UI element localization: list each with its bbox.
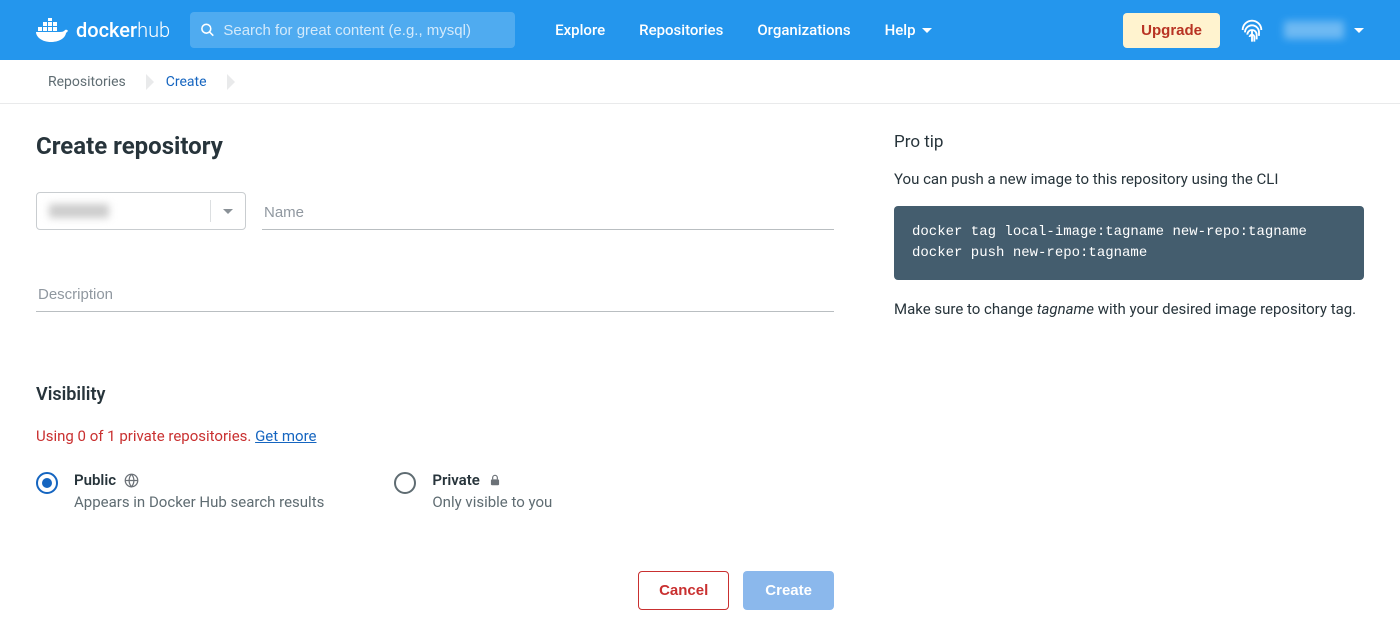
breadcrumb-separator: [146, 74, 154, 90]
cancel-button[interactable]: Cancel: [638, 571, 729, 610]
logo[interactable]: dockerhub: [36, 18, 170, 42]
protip-heading: Pro tip: [894, 132, 1364, 152]
nav-organizations[interactable]: Organizations: [757, 21, 850, 39]
form-column: Create repository Visibility Using 0 of …: [36, 132, 834, 610]
breadcrumb-create[interactable]: Create: [154, 74, 227, 90]
breadcrumb: Repositories Create: [0, 60, 1400, 104]
breadcrumb-repositories[interactable]: Repositories: [36, 74, 146, 90]
upgrade-button[interactable]: Upgrade: [1123, 13, 1220, 48]
name-row: [36, 192, 834, 230]
nav-repositories[interactable]: Repositories: [639, 21, 723, 39]
search-input[interactable]: [215, 22, 505, 39]
user-menu[interactable]: [1284, 21, 1364, 39]
nav-explore[interactable]: Explore: [555, 21, 605, 39]
form-actions: Cancel Create: [36, 571, 834, 610]
visibility-public[interactable]: Public Appears in Docker Hub search resu…: [36, 471, 324, 511]
usage-line: Using 0 of 1 private repositories. Get m…: [36, 427, 834, 445]
visibility-options: Public Appears in Docker Hub search resu…: [36, 471, 834, 511]
page-title: Create repository: [36, 132, 834, 160]
search-icon: [200, 22, 215, 38]
chevron-down-icon: [922, 28, 932, 33]
create-button[interactable]: Create: [743, 571, 834, 610]
logo-text: dockerhub: [76, 18, 170, 42]
public-label: Public: [74, 471, 116, 489]
code-snippet[interactable]: docker tag local-image:tagname new-repo:…: [894, 206, 1364, 280]
globe-icon: [124, 473, 139, 488]
divider: [210, 200, 211, 222]
get-more-link[interactable]: Get more: [255, 427, 316, 445]
radio-checked[interactable]: [36, 472, 58, 494]
chevron-down-icon: [1354, 28, 1364, 33]
description-input[interactable]: [36, 278, 834, 312]
protip-text: You can push a new image to this reposit…: [894, 170, 1364, 188]
namespace-value: [49, 204, 109, 218]
docker-whale-icon: [36, 18, 68, 42]
username-label: [1284, 21, 1344, 39]
nav-help-label: Help: [885, 21, 916, 39]
repo-name-input[interactable]: [262, 196, 834, 230]
private-label: Private: [432, 471, 480, 489]
breadcrumb-separator: [227, 74, 235, 90]
primary-nav: Explore Repositories Organizations Help: [555, 21, 1123, 39]
chevron-down-icon: [223, 209, 233, 214]
tips-column: Pro tip You can push a new image to this…: [894, 132, 1364, 610]
visibility-private[interactable]: Private Only visible to you: [394, 471, 552, 511]
nav-help[interactable]: Help: [885, 21, 932, 39]
visibility-heading: Visibility: [36, 384, 834, 405]
fingerprint-icon[interactable]: [1238, 16, 1266, 44]
usage-text: Using 0 of 1 private repositories.: [36, 427, 255, 445]
private-desc: Only visible to you: [432, 493, 552, 511]
lock-icon: [488, 473, 502, 487]
top-nav: dockerhub Explore Repositories Organizat…: [0, 0, 1400, 60]
protip-note: Make sure to change tagname with your de…: [894, 300, 1364, 318]
namespace-select[interactable]: [36, 192, 246, 230]
radio-unchecked[interactable]: [394, 472, 416, 494]
public-desc: Appears in Docker Hub search results: [74, 493, 324, 511]
search-container[interactable]: [190, 12, 515, 48]
header-right: Upgrade: [1123, 13, 1364, 48]
main-content: Create repository Visibility Using 0 of …: [0, 104, 1400, 638]
